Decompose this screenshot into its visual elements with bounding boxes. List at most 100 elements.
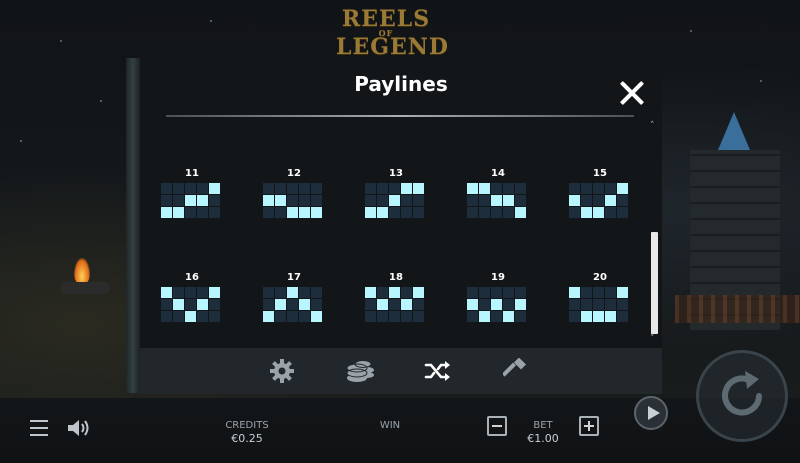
payline-cell-active bbox=[389, 287, 400, 298]
payline-cell-active bbox=[299, 299, 310, 310]
payline-cell bbox=[605, 207, 616, 218]
payline-number: 17 bbox=[287, 272, 301, 283]
sound-icon[interactable] bbox=[66, 418, 92, 438]
payline-cell-active bbox=[299, 207, 310, 218]
close-button[interactable] bbox=[614, 76, 648, 110]
payline-cell bbox=[515, 287, 526, 298]
payline-cell-active bbox=[593, 311, 604, 322]
scroll-up-icon[interactable]: ˄ bbox=[650, 122, 655, 131]
payline-cell bbox=[401, 195, 412, 206]
payline-cell-active bbox=[287, 207, 298, 218]
payline-cell-active bbox=[503, 311, 514, 322]
payline-cell-active bbox=[605, 195, 616, 206]
payline-grid bbox=[161, 287, 224, 322]
menu-icon[interactable] bbox=[30, 420, 48, 436]
payline-number: 13 bbox=[389, 168, 403, 179]
shuffle-icon bbox=[424, 361, 450, 381]
tab-settings[interactable] bbox=[266, 356, 298, 386]
payline-cell-active bbox=[311, 311, 322, 322]
payline-cell bbox=[491, 207, 502, 218]
payline-cell bbox=[401, 207, 412, 218]
payline-cell bbox=[377, 311, 388, 322]
win-label: WIN bbox=[379, 420, 401, 431]
tab-bet[interactable] bbox=[344, 356, 376, 386]
payline-cell bbox=[617, 311, 628, 322]
payline-cell bbox=[389, 311, 400, 322]
payline-cell bbox=[467, 311, 478, 322]
star bbox=[60, 40, 62, 42]
payline-cell bbox=[263, 299, 274, 310]
payline-cell bbox=[467, 207, 478, 218]
star bbox=[760, 80, 762, 82]
payline-cell-active bbox=[389, 195, 400, 206]
payline-number: 15 bbox=[593, 168, 607, 179]
payline-cell bbox=[593, 299, 604, 310]
payline-grid bbox=[467, 287, 530, 322]
payline-cell-active bbox=[413, 183, 424, 194]
payline-cell bbox=[413, 299, 424, 310]
payline-cell-active bbox=[197, 195, 208, 206]
payline-number: 19 bbox=[491, 272, 505, 283]
payline-card: 18 bbox=[364, 272, 428, 322]
payline-cell bbox=[569, 207, 580, 218]
payline-cell-active bbox=[467, 183, 478, 194]
payline-cell bbox=[197, 207, 208, 218]
payline-cell-active bbox=[605, 311, 616, 322]
scroll-down-icon[interactable]: ˅ bbox=[650, 335, 655, 344]
payline-cell-active bbox=[401, 183, 412, 194]
payline-cell-active bbox=[479, 311, 490, 322]
payline-cell bbox=[173, 311, 184, 322]
wooden-fence bbox=[675, 295, 800, 323]
tab-rules[interactable] bbox=[500, 356, 532, 386]
payline-cell bbox=[413, 195, 424, 206]
payline-cell bbox=[365, 195, 376, 206]
autoplay-button[interactable] bbox=[634, 396, 668, 430]
payline-cell bbox=[185, 299, 196, 310]
payline-card: 15 bbox=[568, 168, 632, 218]
payline-cell bbox=[479, 287, 490, 298]
payline-cell-active bbox=[413, 287, 424, 298]
payline-cell bbox=[401, 287, 412, 298]
payline-cell-active bbox=[185, 311, 196, 322]
payline-cell bbox=[413, 311, 424, 322]
payline-cell-active bbox=[365, 207, 376, 218]
payline-grid bbox=[365, 183, 428, 218]
payline-cell bbox=[161, 195, 172, 206]
payline-cell bbox=[605, 287, 616, 298]
payline-cell bbox=[299, 287, 310, 298]
payline-cell bbox=[515, 311, 526, 322]
payline-grid bbox=[569, 287, 632, 322]
payline-grid bbox=[263, 183, 326, 218]
payline-cell bbox=[413, 207, 424, 218]
payline-cell-active bbox=[617, 287, 628, 298]
payline-cell-active bbox=[263, 311, 274, 322]
payline-card: 14 bbox=[466, 168, 530, 218]
bet-decrease-button[interactable] bbox=[487, 416, 507, 436]
payline-cell-active bbox=[503, 195, 514, 206]
bet-increase-button[interactable] bbox=[579, 416, 599, 436]
payline-cell-active bbox=[479, 183, 490, 194]
payline-cell bbox=[287, 195, 298, 206]
tab-paylines[interactable] bbox=[422, 356, 454, 386]
scrollbar[interactable]: ˄ ˅ bbox=[649, 122, 659, 344]
payline-cell bbox=[287, 299, 298, 310]
payline-cell bbox=[593, 195, 604, 206]
payline-cell-active bbox=[377, 299, 388, 310]
bet-value: €1.00 bbox=[527, 432, 559, 445]
payline-cell-active bbox=[491, 299, 502, 310]
payline-number: 11 bbox=[185, 168, 199, 179]
payline-cell bbox=[275, 287, 286, 298]
payline-cell bbox=[617, 195, 628, 206]
payline-cell bbox=[161, 311, 172, 322]
payline-cell bbox=[287, 183, 298, 194]
settings-tab-bar bbox=[140, 348, 662, 394]
spin-arrow-icon bbox=[722, 371, 762, 416]
payline-cell bbox=[185, 207, 196, 218]
payline-cell bbox=[569, 183, 580, 194]
spin-button[interactable] bbox=[696, 350, 788, 442]
payline-cell bbox=[479, 299, 490, 310]
payline-cell bbox=[311, 299, 322, 310]
payline-cell-active bbox=[275, 195, 286, 206]
scrollbar-thumb[interactable] bbox=[651, 232, 658, 334]
payline-cell bbox=[365, 299, 376, 310]
